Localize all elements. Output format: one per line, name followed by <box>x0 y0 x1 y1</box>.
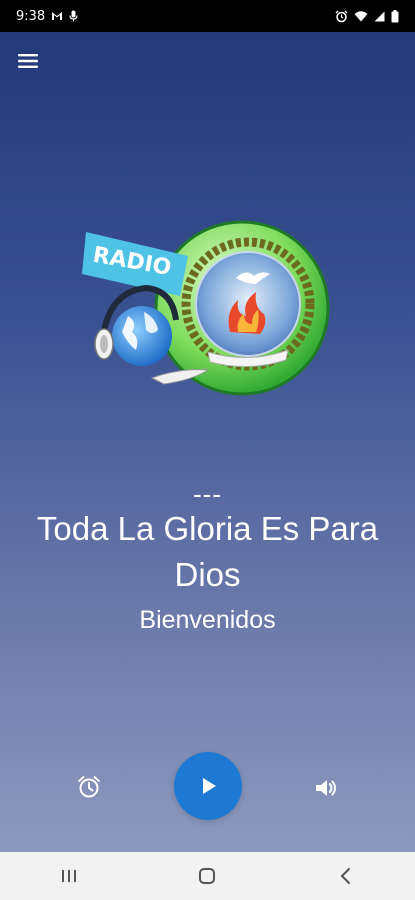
status-right <box>335 9 399 23</box>
recent-apps-icon <box>62 870 77 882</box>
play-icon <box>203 778 216 794</box>
alarm-clock-icon <box>78 776 100 798</box>
signal-icon <box>374 11 385 22</box>
mic-notification-icon <box>69 10 78 22</box>
alarm-icon <box>335 10 348 23</box>
volume-icon <box>316 780 336 796</box>
home-button[interactable] <box>182 856 232 896</box>
alarm-button[interactable] <box>74 772 104 802</box>
gmail-icon <box>51 11 63 21</box>
status-bar: 9:38 <box>0 0 415 32</box>
system-nav-bar <box>0 852 415 900</box>
hamburger-menu-icon <box>18 54 38 68</box>
home-icon <box>199 868 216 884</box>
menu-button[interactable] <box>14 50 42 72</box>
radio-logo: RADIO <box>80 204 330 414</box>
station-subtitle: Bienvenidos <box>139 606 276 634</box>
status-left: 9:38 <box>16 9 78 24</box>
back-button[interactable] <box>321 856 371 896</box>
radio-player-screen: RADIO --- Toda La Gloria Es Para Dios Bi… <box>0 32 415 852</box>
back-icon <box>340 868 350 884</box>
station-title: Toda La Gloria Es Para Dios <box>36 510 379 593</box>
recent-apps-button[interactable] <box>44 856 94 896</box>
battery-icon <box>391 9 399 23</box>
wifi-icon <box>354 10 368 22</box>
play-button[interactable] <box>174 752 242 820</box>
volume-button[interactable] <box>311 773 341 803</box>
status-time: 9:38 <box>16 8 46 24</box>
